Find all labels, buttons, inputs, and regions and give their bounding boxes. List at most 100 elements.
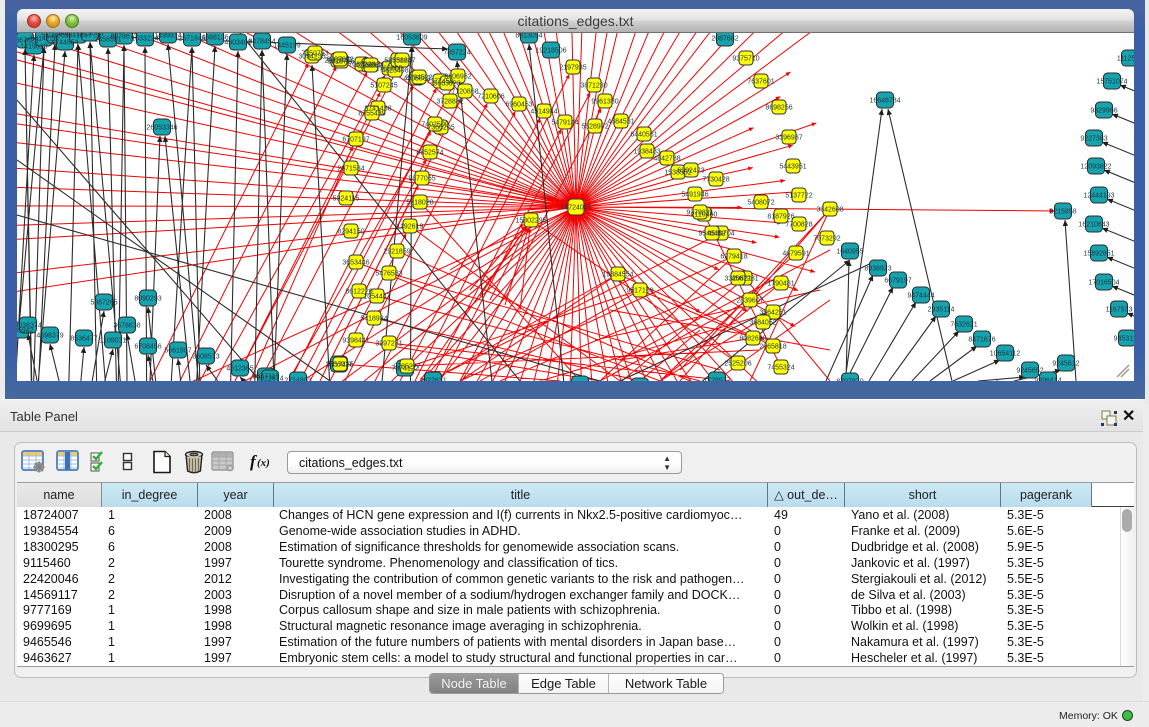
svg-text:8852574: 8852574 [416, 150, 443, 157]
svg-text:6440561: 6440561 [630, 132, 657, 139]
svg-text:9474444: 9474444 [907, 293, 934, 300]
svg-text:18724007: 18724007 [560, 205, 591, 212]
svg-text:6007072: 6007072 [326, 57, 353, 64]
svg-text:7455324: 7455324 [767, 365, 794, 372]
svg-text:4514944: 4514944 [530, 109, 557, 116]
svg-text:16053809: 16053809 [396, 35, 427, 42]
svg-text:7120868: 7120868 [451, 89, 478, 96]
svg-text:3997281: 3997281 [375, 341, 402, 348]
svg-text:4698379: 4698379 [36, 333, 63, 340]
svg-text:3653446: 3653446 [342, 260, 369, 267]
svg-text:2525206: 2525206 [724, 361, 751, 368]
svg-text:6960453: 6960453 [505, 102, 532, 109]
svg-text:8082668: 8082668 [739, 336, 766, 343]
svg-text:1192619: 1192619 [397, 224, 424, 231]
svg-text:5491946: 5491946 [681, 192, 708, 199]
svg-text:7350753: 7350753 [301, 51, 328, 58]
svg-text:7730428: 7730428 [702, 177, 729, 184]
svg-text:3871230: 3871230 [580, 83, 607, 90]
svg-text:2839607: 2839607 [736, 298, 763, 305]
svg-text:5924115: 5924115 [333, 196, 360, 203]
svg-text:5137722: 5137722 [785, 193, 812, 200]
svg-text:3608513: 3608513 [192, 354, 219, 361]
svg-text:5476583: 5476583 [375, 271, 402, 278]
svg-text:2935114: 2935114 [928, 307, 955, 314]
svg-text:19384554: 19384554 [602, 272, 633, 279]
svg-text:6707197: 6707197 [342, 137, 369, 144]
svg-text:2871534: 2871534 [337, 166, 364, 173]
svg-text:6279418: 6279418 [720, 254, 747, 261]
svg-text:7857224: 7857224 [443, 50, 470, 57]
svg-text:8755439: 8755439 [358, 111, 385, 118]
svg-text:(x): (x) [257, 457, 270, 469]
svg-text:2714803: 2714803 [284, 378, 311, 382]
svg-text:8606962: 8606962 [444, 74, 471, 81]
svg-text:7210606: 7210606 [477, 94, 504, 101]
svg-text:6292423: 6292423 [677, 168, 704, 175]
svg-text:4823498: 4823498 [381, 68, 408, 75]
svg-text:9453112: 9453112 [1114, 336, 1134, 343]
svg-text:2197935: 2197935 [559, 65, 586, 72]
svg-text:9996414: 9996414 [1034, 378, 1061, 382]
svg-text:4612365: 4612365 [226, 366, 253, 373]
svg-text:5528972: 5528972 [581, 124, 608, 131]
svg-text:9877065: 9877065 [408, 176, 435, 183]
svg-text:9245652: 9245652 [1016, 368, 1043, 375]
svg-text:8187926: 8187926 [767, 214, 794, 221]
svg-text:2785277: 2785277 [393, 364, 420, 371]
svg-text:9478454: 9478454 [248, 39, 275, 46]
svg-text:9548432: 9548432 [698, 231, 725, 238]
svg-text:1109031: 1109031 [100, 338, 127, 345]
svg-text:19218506: 19218506 [535, 48, 566, 55]
svg-text:5479144: 5479144 [551, 120, 578, 127]
svg-text:6679197: 6679197 [884, 278, 911, 285]
svg-text:4842788: 4842788 [653, 156, 680, 163]
svg-text:8536477: 8536477 [70, 336, 97, 343]
svg-text:5408072: 5408072 [747, 200, 774, 207]
svg-text:2087682: 2087682 [711, 36, 738, 43]
svg-text:8813054: 8813054 [515, 33, 542, 40]
svg-text:12093822: 12093822 [1080, 164, 1111, 171]
svg-text:8038374: 8038374 [17, 323, 42, 330]
svg-text:16648784: 16648784 [869, 98, 900, 105]
svg-text:6708456: 6708456 [134, 344, 161, 351]
svg-text:9329966: 9329966 [1090, 108, 1117, 115]
svg-text:5663623: 5663623 [433, 81, 460, 88]
svg-text:1112543: 1112543 [1117, 56, 1134, 63]
svg-text:1790481: 1790481 [767, 281, 794, 288]
svg-text:9227383: 9227383 [1080, 136, 1107, 143]
svg-text:4679591: 4679591 [782, 251, 809, 258]
svg-text:8938923: 8938923 [864, 266, 891, 273]
svg-text:15751074: 15751074 [1096, 79, 1127, 86]
svg-text:7073292: 7073292 [813, 236, 840, 243]
svg-text:1054447: 1054447 [363, 294, 390, 301]
svg-text:1728977: 1728977 [703, 378, 730, 382]
svg-text:5667265: 5667265 [90, 300, 117, 307]
svg-text:16210643: 16210643 [1078, 222, 1109, 229]
svg-text:9398441: 9398441 [342, 338, 369, 345]
svg-text:12444193: 12444193 [1083, 193, 1114, 200]
svg-text:3342608: 3342608 [816, 207, 843, 214]
svg-text:5661907: 5661907 [164, 348, 191, 355]
svg-text:8471676: 8471676 [968, 337, 995, 344]
svg-text:9517485: 9517485 [326, 362, 353, 369]
svg-text:4684531: 4684531 [607, 119, 634, 126]
svg-text:3396987: 3396987 [775, 135, 802, 142]
svg-text:9517169: 9517169 [626, 288, 653, 295]
svg-text:9279821: 9279821 [686, 210, 713, 217]
svg-text:8215958: 8215958 [1049, 209, 1076, 216]
svg-text:8090293: 8090293 [134, 296, 161, 303]
svg-text:3728882: 3728882 [436, 99, 463, 106]
svg-text:8707870: 8707870 [836, 379, 863, 382]
svg-text:7402509: 7402509 [421, 122, 448, 129]
svg-text:2921859: 2921859 [383, 249, 410, 256]
svg-text:7022674: 7022674 [256, 376, 283, 382]
svg-text:5107245: 5107245 [370, 83, 397, 90]
svg-text:1445199: 1445199 [273, 43, 300, 50]
svg-text:1938483: 1938483 [633, 149, 660, 156]
svg-text:15302295: 15302295 [515, 218, 546, 225]
svg-text:5218028: 5218028 [406, 200, 433, 207]
svg-text:3564251: 3564251 [759, 310, 786, 317]
svg-text:15892851: 15892851 [1083, 251, 1114, 258]
svg-text:7700828: 7700828 [785, 222, 812, 229]
